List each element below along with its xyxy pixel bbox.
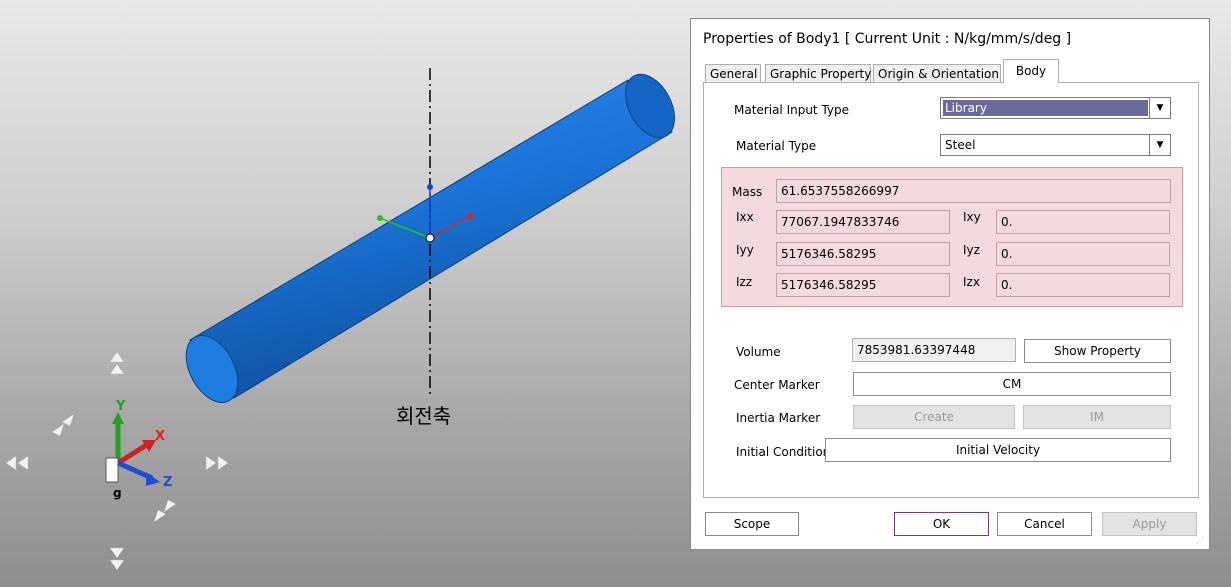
material-type-value: Steel — [945, 138, 976, 152]
scope-button[interactable]: Scope — [705, 512, 799, 536]
tab-graphic-property[interactable]: Graphic Property — [765, 64, 871, 82]
im-button[interactable]: IM — [1023, 405, 1171, 429]
global-axis-triad — [105, 412, 160, 486]
cm-button[interactable]: CM — [853, 372, 1171, 396]
axis-caption: 회전축 — [396, 404, 452, 428]
nav-right-icon — [217, 455, 229, 471]
triad-z-label: Z — [163, 475, 172, 490]
scene-svg: Y X Z g — [5, 68, 675, 571]
chevron-down-icon[interactable]: ▼ — [1149, 135, 1170, 155]
triad-y-label: Y — [115, 399, 126, 414]
iyz-label: Iyz — [963, 243, 980, 257]
tab-body[interactable]: Body — [1003, 59, 1059, 83]
triad-x-label: X — [155, 429, 165, 444]
initial-velocity-button[interactable]: Initial Velocity — [825, 438, 1171, 462]
properties-dialog: Properties of Body1 [ Current Unit : N/k… — [690, 18, 1210, 550]
ixx-input[interactable]: 77067.1947833746 — [776, 210, 950, 234]
resize-grip-icon[interactable]: ⋰ — [1196, 536, 1206, 546]
nav-rotate-downright-icon — [163, 499, 177, 513]
cancel-button[interactable]: Cancel — [997, 512, 1092, 536]
nav-left-icon — [5, 455, 17, 471]
ixy-label: Ixy — [963, 210, 981, 224]
izx-label: Izx — [963, 275, 980, 289]
create-button[interactable]: Create — [853, 405, 1015, 429]
material-input-type-label: Material Input Type — [734, 103, 850, 117]
iyy-label: Iyy — [736, 243, 754, 257]
show-property-button[interactable]: Show Property — [1024, 339, 1171, 363]
center-marker-label: Center Marker — [734, 378, 820, 392]
izz-input[interactable]: 5176346.58295 — [776, 273, 950, 297]
izx-input[interactable]: 0. — [996, 273, 1170, 297]
material-input-type-value: Library — [943, 100, 1148, 116]
iyz-input[interactable]: 0. — [996, 242, 1170, 266]
apply-button[interactable]: Apply — [1102, 512, 1197, 536]
nav-down-icon — [109, 547, 125, 559]
initial-condition-label: Initial Condition — [736, 445, 831, 459]
ixx-label: Ixx — [736, 210, 754, 224]
tab-origin-orientation[interactable]: Origin & Orientation — [873, 64, 1001, 82]
material-input-type-select[interactable]: Library ▼ — [940, 97, 1171, 119]
dialog-title: Properties of Body1 [ Current Unit : N/k… — [703, 31, 1072, 47]
chevron-down-icon[interactable]: ▼ — [1149, 98, 1170, 118]
ixy-input[interactable]: 0. — [996, 210, 1170, 234]
iyy-input[interactable]: 5176346.58295 — [776, 242, 950, 266]
mass-properties-box: Mass 61.6537558266997 Ixx 77067.19478337… — [721, 167, 1183, 307]
material-type-label: Material Type — [736, 139, 817, 153]
nav-rotate-upleft-icon — [51, 423, 65, 437]
material-type-select[interactable]: Steel ▼ — [940, 134, 1171, 156]
izz-label: Izz — [736, 275, 753, 289]
volume-field: 7853981.63397448 — [852, 338, 1016, 362]
ok-button[interactable]: OK — [894, 512, 989, 536]
triad-g-label: g — [113, 486, 122, 500]
body-tab-panel: Material Input Type Library ▼ Material T… — [703, 82, 1199, 498]
nav-up-icon — [109, 351, 125, 363]
inertia-marker-label: Inertia Marker — [736, 411, 821, 425]
tab-general[interactable]: General — [705, 64, 761, 82]
volume-label: Volume — [736, 345, 781, 359]
mass-label: Mass — [732, 185, 763, 199]
mass-input[interactable]: 61.6537558266997 — [776, 179, 1171, 203]
